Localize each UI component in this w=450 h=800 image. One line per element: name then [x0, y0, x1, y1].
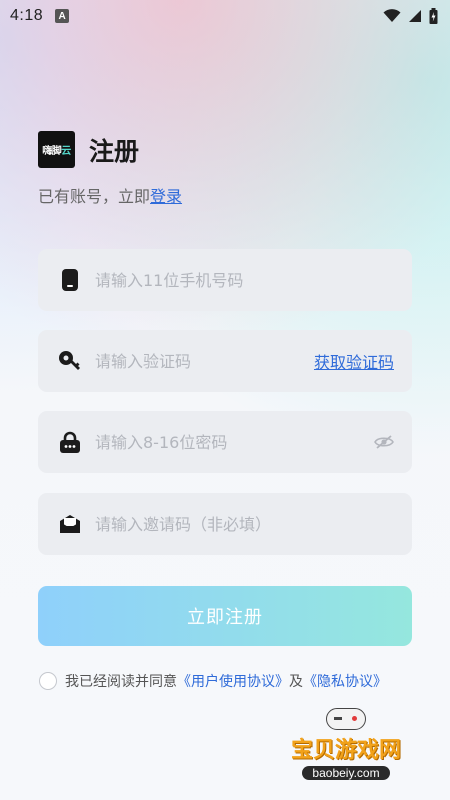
- phone-icon: [58, 268, 82, 292]
- status-time: 4:18: [10, 7, 44, 24]
- wifi-icon: [383, 9, 401, 22]
- invite-code-input[interactable]: [95, 514, 394, 534]
- page-title: 注册: [89, 136, 140, 166]
- status-icons: [383, 8, 438, 24]
- password-input[interactable]: [95, 432, 374, 452]
- register-screen: 嗨脚云 注册 已有账号，立即登录 获取验证码: [0, 0, 450, 800]
- user-agreement-link[interactable]: 《用户使用协议》: [177, 671, 289, 691]
- password-field[interactable]: [38, 411, 412, 473]
- logo-text-accent: 云: [61, 146, 71, 157]
- watermark-logo: 宝贝游戏网 baobeiy.com: [272, 708, 420, 794]
- phone-field[interactable]: [38, 249, 412, 311]
- mail-icon: [58, 512, 82, 536]
- logo-text-main: 嗨: [42, 146, 52, 157]
- watermark-url: baobeiy.com: [302, 766, 390, 780]
- invite-code-field[interactable]: [38, 493, 412, 555]
- verification-code-field[interactable]: 获取验证码: [38, 330, 412, 392]
- battery-icon: [429, 8, 438, 24]
- agreement-checkbox[interactable]: [39, 672, 57, 690]
- eye-off-icon[interactable]: [374, 434, 394, 450]
- login-prompt: 已有账号，立即登录: [38, 183, 182, 207]
- key-icon: [58, 349, 82, 373]
- login-link[interactable]: 登录: [150, 187, 182, 206]
- app-logo: 嗨脚云: [38, 131, 75, 168]
- agreement-row: 我已经阅读并同意 《用户使用协议》 及 《隐私协议》: [39, 671, 387, 691]
- privacy-agreement-link[interactable]: 《隐私协议》: [303, 671, 387, 691]
- signal-icon: [409, 10, 421, 22]
- verification-code-input[interactable]: [95, 351, 314, 371]
- agreement-prefix: 我已经阅读并同意: [65, 674, 177, 690]
- brand-header: 嗨脚云 注册: [38, 131, 139, 168]
- phone-input[interactable]: [95, 270, 394, 290]
- notification-app-icon: A: [55, 9, 70, 23]
- lock-icon: [58, 430, 82, 454]
- status-bar: 4:18 A: [0, 0, 450, 32]
- register-button[interactable]: 立即注册: [38, 586, 412, 646]
- watermark-title: 宝贝游戏网: [290, 738, 401, 763]
- game-controller-icon: [326, 708, 366, 730]
- get-code-button[interactable]: 获取验证码: [314, 349, 394, 373]
- logo-text-rest: 脚: [51, 146, 62, 157]
- login-prompt-text: 已有账号，立即: [38, 187, 151, 206]
- agreement-conjunction: 及: [289, 674, 303, 690]
